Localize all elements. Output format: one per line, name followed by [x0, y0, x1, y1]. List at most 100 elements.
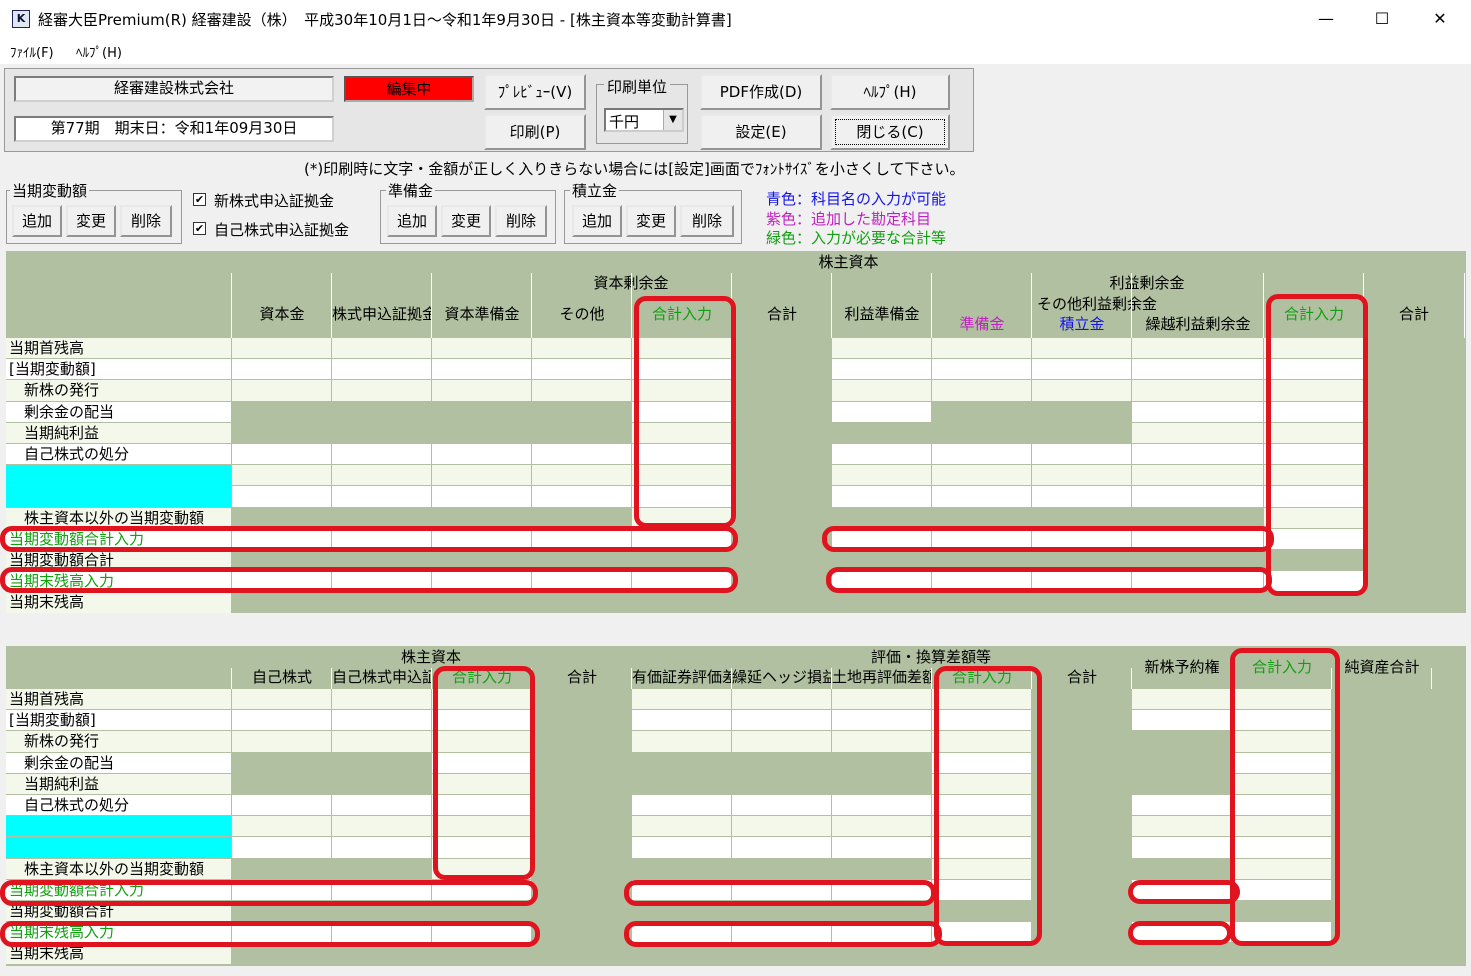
table-cell[interactable]: [832, 816, 931, 837]
table-cell[interactable]: [832, 486, 931, 507]
table-cell[interactable]: [232, 444, 331, 465]
table-cell[interactable]: [1132, 422, 1263, 443]
table-cell[interactable]: [932, 465, 1031, 486]
table-cell[interactable]: [732, 731, 831, 752]
table-cell[interactable]: [432, 338, 531, 359]
table-cell[interactable]: [632, 816, 731, 837]
check-icon[interactable]: ✔: [193, 222, 206, 235]
table-cell[interactable]: [432, 465, 531, 486]
table-cell[interactable]: [1032, 338, 1131, 359]
table-cell[interactable]: [832, 465, 931, 486]
table-cell[interactable]: [1132, 338, 1263, 359]
table-cell[interactable]: [832, 401, 931, 422]
close-button[interactable]: 閉じる(C): [830, 114, 950, 150]
settings-button[interactable]: 設定(E): [700, 114, 822, 150]
table-cell[interactable]: [532, 444, 631, 465]
table-cell[interactable]: [1132, 465, 1263, 486]
table-cell[interactable]: [532, 338, 631, 359]
table-cell[interactable]: [632, 689, 731, 710]
table-cell[interactable]: [732, 816, 831, 837]
table-cell[interactable]: [532, 359, 631, 380]
table-cell[interactable]: [232, 338, 331, 359]
table-cell[interactable]: [632, 795, 731, 816]
close-window-button[interactable]: ✕: [1411, 0, 1469, 38]
table-cell[interactable]: [832, 795, 931, 816]
reserve-change-button[interactable]: 変更: [441, 205, 491, 237]
table-cell[interactable]: [232, 816, 331, 837]
table-cell[interactable]: [932, 486, 1031, 507]
table-cell[interactable]: [632, 731, 731, 752]
table-cell[interactable]: [632, 837, 731, 858]
table-cell[interactable]: [1132, 380, 1263, 401]
table-cell[interactable]: [332, 837, 431, 858]
table-cell[interactable]: [232, 795, 331, 816]
table-cell[interactable]: [832, 837, 931, 858]
table-cell[interactable]: [1132, 710, 1231, 731]
table-cell[interactable]: [832, 359, 931, 380]
table-cell[interactable]: [1132, 401, 1263, 422]
check-icon[interactable]: ✔: [193, 193, 206, 206]
table-cell[interactable]: [1032, 444, 1131, 465]
print-unit-select[interactable]: 千円 ▼: [604, 108, 684, 132]
table-cell[interactable]: [332, 689, 431, 710]
table-cell[interactable]: [932, 338, 1031, 359]
table-cell[interactable]: [1132, 359, 1263, 380]
chevron-down-icon[interactable]: ▼: [663, 110, 682, 130]
table-cell[interactable]: [432, 486, 531, 507]
table-cell[interactable]: [1132, 837, 1231, 858]
table-cell[interactable]: [832, 380, 931, 401]
print-button[interactable]: 印刷(P): [484, 114, 586, 150]
table-cell[interactable]: [832, 710, 931, 731]
reserve-delete-button[interactable]: 削除: [495, 205, 547, 237]
table-cell[interactable]: [232, 465, 331, 486]
table-cell[interactable]: [1132, 486, 1263, 507]
table-cell[interactable]: [232, 380, 331, 401]
table-cell[interactable]: [832, 338, 931, 359]
table-cell[interactable]: [232, 486, 331, 507]
table-cell[interactable]: [332, 486, 431, 507]
table-cell[interactable]: [332, 444, 431, 465]
table-cell[interactable]: [1132, 689, 1231, 710]
table-cell[interactable]: [932, 380, 1031, 401]
savings-delete-button[interactable]: 削除: [680, 205, 734, 237]
minimize-button[interactable]: —: [1297, 0, 1355, 38]
table-cell[interactable]: [532, 486, 631, 507]
table-cell[interactable]: [1032, 486, 1131, 507]
table-cell[interactable]: [332, 338, 431, 359]
maximize-button[interactable]: ☐: [1353, 0, 1411, 38]
table-cell[interactable]: [1032, 465, 1131, 486]
delete-button[interactable]: 削除: [120, 205, 172, 237]
preview-button[interactable]: ﾌﾟﾚﾋﾞｭｰ(V): [484, 74, 586, 110]
table-cell[interactable]: [832, 444, 931, 465]
table-cell[interactable]: [332, 816, 431, 837]
reserve-add-button[interactable]: 追加: [387, 205, 437, 237]
splitter[interactable]: [0, 614, 1471, 646]
pdf-button[interactable]: PDF作成(D): [700, 74, 822, 110]
table-cell[interactable]: [832, 689, 931, 710]
table-cell[interactable]: [332, 380, 431, 401]
table-cell[interactable]: [232, 837, 331, 858]
app-icon[interactable]: K: [12, 10, 30, 28]
table-cell[interactable]: [1032, 380, 1131, 401]
table-cell[interactable]: [332, 795, 431, 816]
table-cell[interactable]: [1132, 816, 1231, 837]
table-cell[interactable]: [332, 710, 431, 731]
table-cell[interactable]: [232, 731, 331, 752]
table-cell[interactable]: [332, 359, 431, 380]
table-cell[interactable]: [432, 444, 531, 465]
table-cell[interactable]: [332, 731, 431, 752]
table-cell[interactable]: [932, 444, 1031, 465]
menu-file[interactable]: ﾌｧｲﾙ(F): [10, 42, 54, 61]
table-cell[interactable]: [632, 710, 731, 731]
savings-add-button[interactable]: 追加: [572, 205, 622, 237]
table-cell[interactable]: [532, 465, 631, 486]
table-cell[interactable]: [232, 689, 331, 710]
table-cell[interactable]: [332, 465, 431, 486]
change-button[interactable]: 変更: [66, 205, 116, 237]
table-cell[interactable]: [932, 359, 1031, 380]
table-cell[interactable]: [732, 689, 831, 710]
table-cell[interactable]: [1132, 795, 1231, 816]
table-cell[interactable]: [1132, 444, 1263, 465]
table-cell[interactable]: [532, 380, 631, 401]
table-cell[interactable]: [1032, 359, 1131, 380]
